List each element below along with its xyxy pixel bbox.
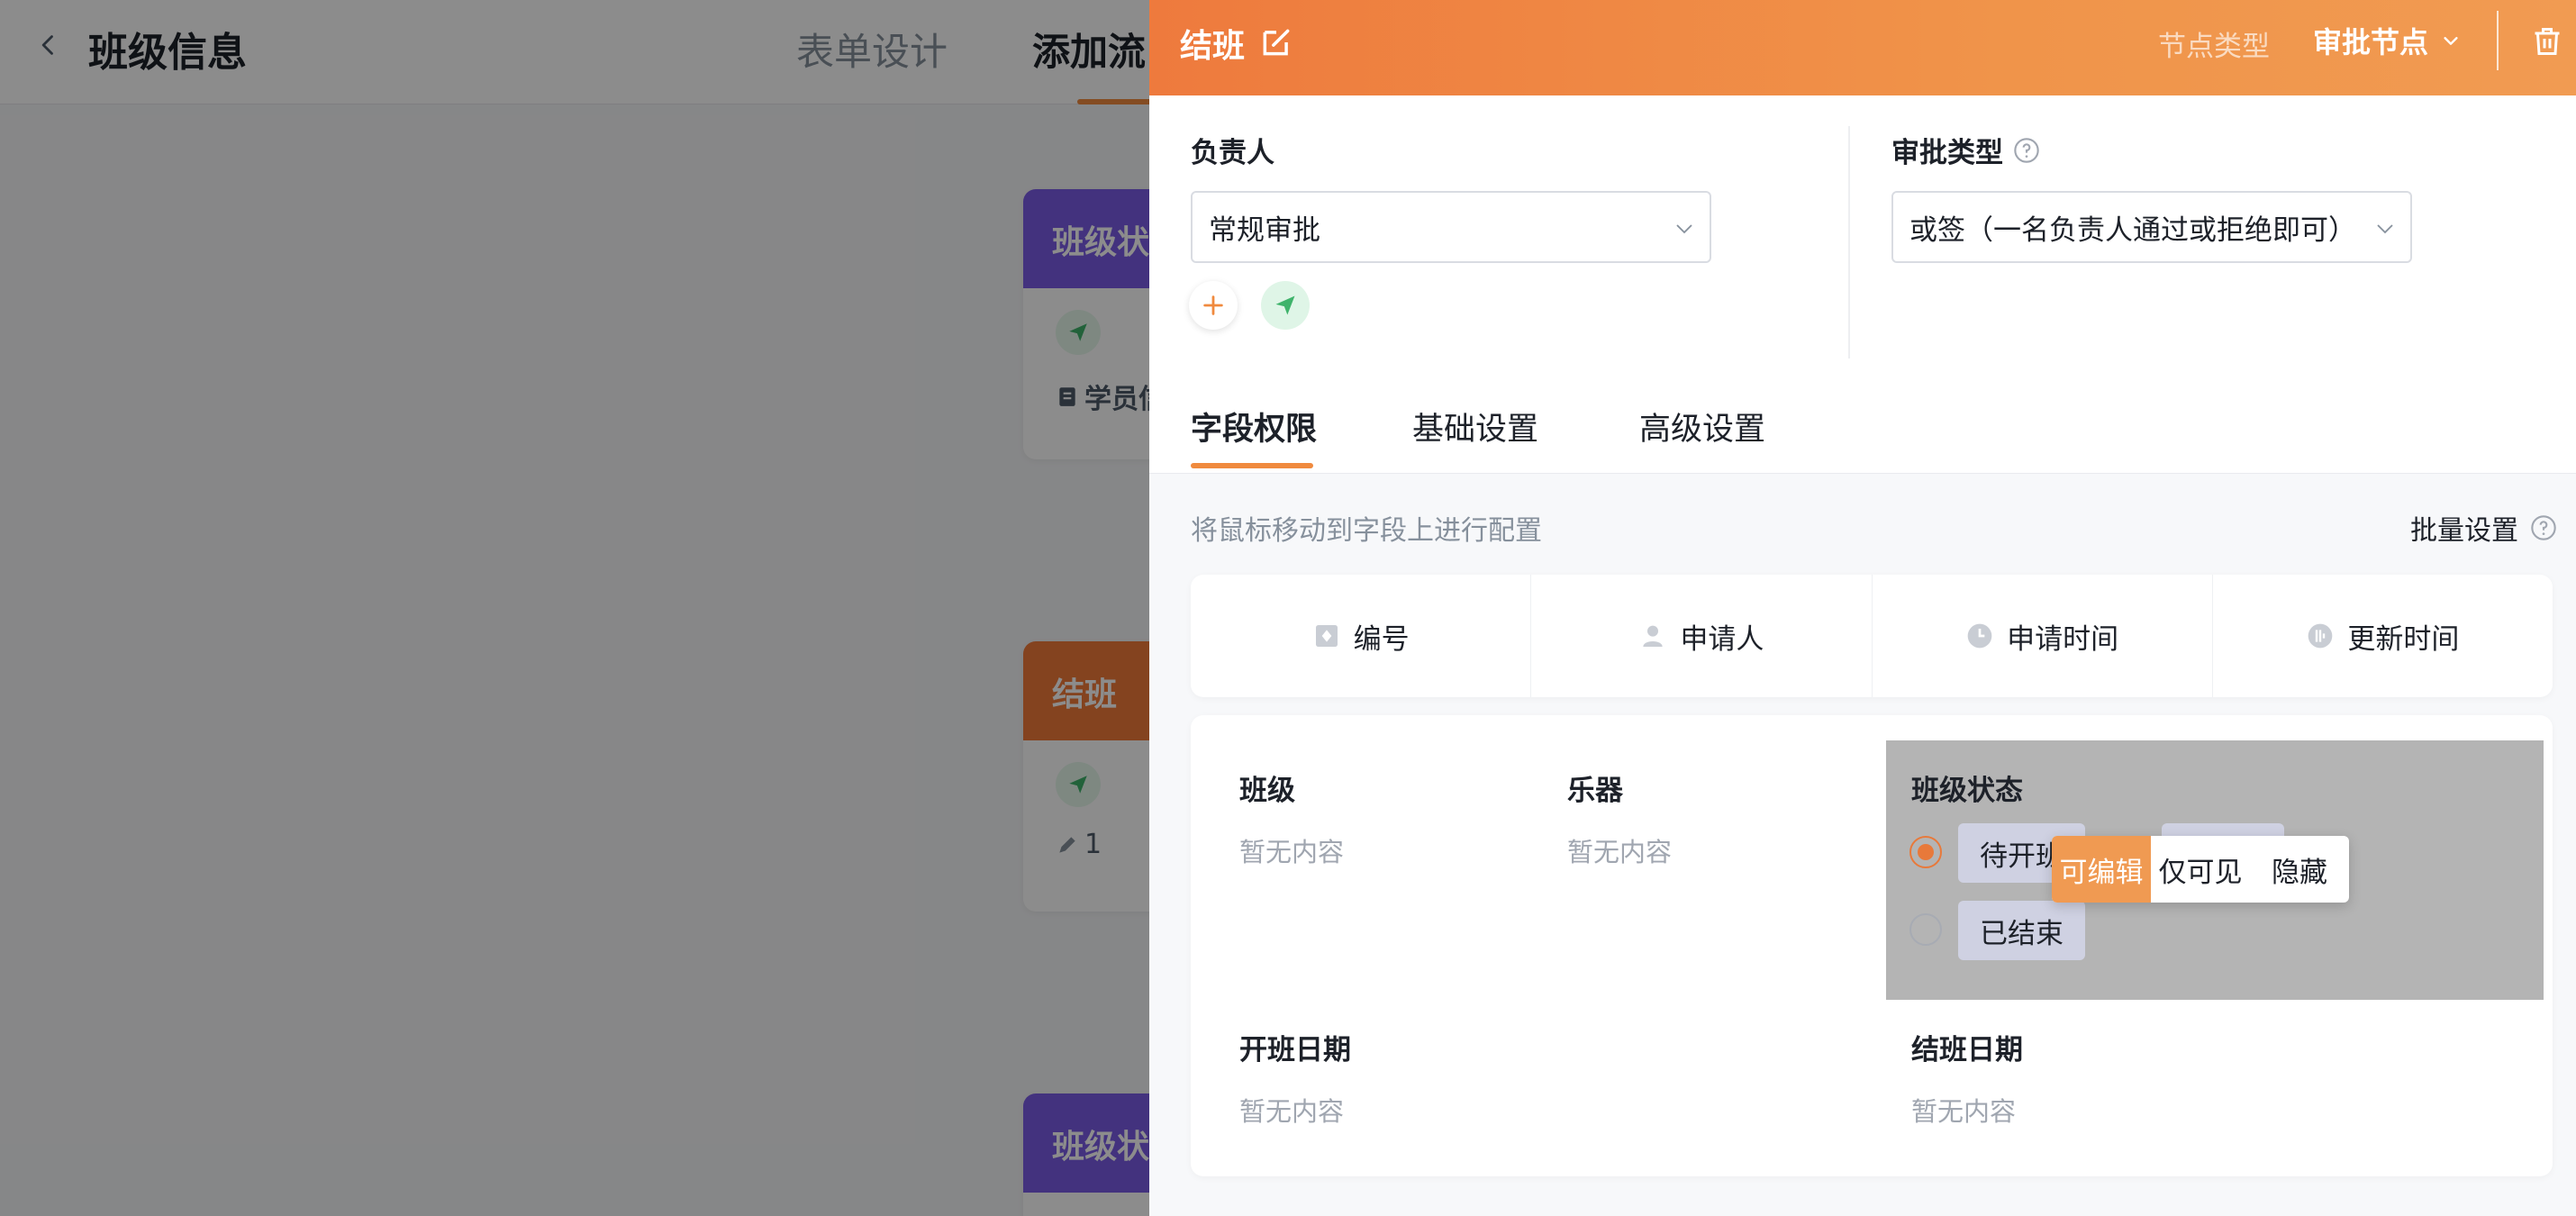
hover-hint: 将鼠标移动到字段上进行配置 bbox=[1191, 515, 1542, 547]
trash-icon[interactable] bbox=[2531, 25, 2563, 58]
help-icon[interactable] bbox=[2012, 136, 2041, 165]
chevron-down-icon bbox=[2444, 37, 2458, 45]
node-type-value: 审批节点 bbox=[2313, 25, 2429, 59]
form-field-class[interactable]: 班级 暂无内容 bbox=[1239, 767, 1344, 869]
node-config-drawer: 结班 节点类型 审批节点 负责人 常规审批 审批类型 或签（一名负责人通过或拒绝… bbox=[1149, 0, 2576, 1216]
node-type-select[interactable]: 审批节点 bbox=[2313, 20, 2461, 61]
node-type-label: 节点类型 bbox=[2158, 31, 2270, 63]
plus-icon bbox=[1203, 295, 1223, 315]
permission-menu: 可编辑 仅可见 隐藏 bbox=[2052, 836, 2349, 903]
tab-advanced-settings[interactable]: 高级设置 bbox=[1639, 404, 1765, 449]
user-icon bbox=[1643, 625, 1664, 647]
section-divider bbox=[1848, 126, 1850, 358]
status-option-chip[interactable]: 已结束 bbox=[1958, 901, 2085, 960]
assignee-select[interactable]: 常规审批 bbox=[1191, 191, 1711, 263]
system-field-update-time[interactable]: 更新时间 bbox=[2213, 575, 2553, 697]
help-icon bbox=[2531, 515, 2556, 540]
edit-icon[interactable] bbox=[1259, 25, 1293, 59]
chevron-down-icon bbox=[1676, 224, 1692, 234]
header-divider bbox=[2497, 11, 2499, 70]
tab-field-permissions[interactable]: 字段权限 bbox=[1191, 404, 1317, 449]
form-field-start-date[interactable]: 开班日期 暂无内容 bbox=[1239, 1027, 1351, 1129]
system-field-id[interactable]: 编号 bbox=[1191, 575, 1532, 697]
assignee-label: 负责人 bbox=[1191, 137, 1274, 169]
approval-type-select[interactable]: 或签（一名负责人通过或拒绝即可） bbox=[1891, 191, 2412, 263]
node-title: 结班 bbox=[1180, 28, 1246, 65]
add-assignee-button[interactable] bbox=[1189, 281, 1238, 330]
status-radio-ended[interactable] bbox=[1909, 913, 1942, 946]
form-field-instrument[interactable]: 乐器 暂无内容 bbox=[1567, 767, 1672, 869]
permission-view-only[interactable]: 仅可见 bbox=[2151, 836, 2250, 903]
batch-settings-button[interactable]: 批量设置 bbox=[2410, 508, 2558, 548]
chevron-down-icon bbox=[2377, 224, 2393, 234]
send-notify-button[interactable] bbox=[1261, 281, 1310, 330]
permission-hidden[interactable]: 隐藏 bbox=[2250, 836, 2349, 903]
drawer-header: 结班 节点类型 审批节点 bbox=[1149, 0, 2576, 95]
settings-tabs: 字段权限 基础设置 高级设置 bbox=[1149, 384, 2576, 474]
send-icon bbox=[1275, 295, 1295, 315]
id-card-icon bbox=[1315, 625, 1338, 647]
form-fields-card: 班级 暂无内容 乐器 暂无内容 班级状态 待开班 已结束 开班日期 暂无内容 结… bbox=[1191, 715, 2553, 1176]
form-field-end-date[interactable]: 结班日期 暂无内容 bbox=[1911, 1027, 2023, 1129]
refresh-time-icon bbox=[2308, 623, 2333, 649]
approval-type-label: 审批类型 bbox=[1891, 130, 2041, 170]
system-field-applicant[interactable]: 申请人 bbox=[1531, 575, 1873, 697]
system-fields: 编号 申请人 申请时间 更新时间 bbox=[1191, 575, 2553, 697]
clock-icon bbox=[1967, 623, 1992, 649]
tab-active-indicator bbox=[1191, 463, 1313, 468]
permission-editable[interactable]: 可编辑 bbox=[2052, 836, 2151, 903]
status-radio-pending[interactable] bbox=[1909, 836, 1942, 868]
system-field-apply-time[interactable]: 申请时间 bbox=[1873, 575, 2213, 697]
tab-basic-settings[interactable]: 基础设置 bbox=[1412, 404, 1538, 449]
